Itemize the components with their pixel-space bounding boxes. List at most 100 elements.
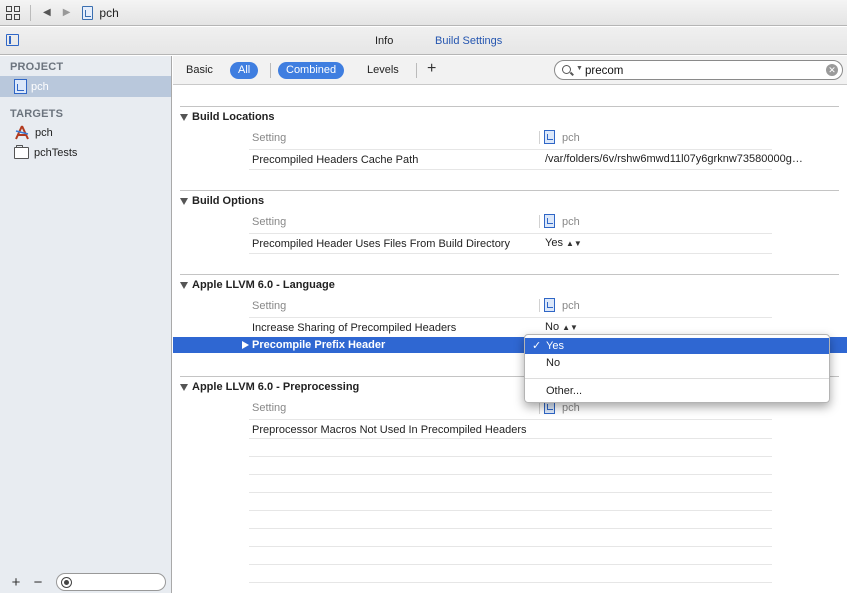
setting-name[interactable]: Precompiled Header Uses Files From Build… [252, 238, 510, 250]
setting-column-header: Setting [252, 402, 287, 414]
row-divider [249, 528, 772, 529]
setting-name[interactable]: Precompiled Headers Cache Path [252, 154, 418, 166]
target-column-icon [544, 214, 555, 228]
section-divider [180, 274, 839, 275]
target-column-header: pch [562, 132, 580, 144]
target-column-header: pch [562, 216, 580, 228]
target-column-header: pch [562, 300, 580, 312]
section-header-build-locations[interactable]: Build Locations [180, 111, 275, 123]
filter-icon [61, 577, 72, 588]
target-column-header: pch [562, 402, 580, 414]
disclosure-triangle-icon [180, 281, 188, 289]
sidebar-item-label: pch [35, 126, 53, 139]
row-divider [249, 317, 772, 318]
sidebar-toggle-icon[interactable] [6, 34, 19, 46]
menu-item-label: Other... [546, 385, 583, 397]
sidebar-footer: + − [0, 571, 171, 593]
jump-bar-divider [30, 4, 31, 21]
section-header-build-options[interactable]: Build Options [180, 195, 264, 207]
row-divider [249, 492, 772, 493]
setting-name: Precompile Prefix Header [252, 339, 386, 351]
all-filter-button[interactable]: All [230, 62, 259, 79]
section-title: Apple LLVM 6.0 - Preprocessing [192, 381, 360, 393]
row-divider [249, 474, 772, 475]
menu-item-other[interactable]: Other... [525, 383, 829, 399]
build-settings-toolbar: Basic All Combined Levels + ▼ ✕ [173, 56, 847, 85]
menu-separator [525, 378, 829, 379]
search-icon [562, 65, 571, 74]
column-separator [539, 131, 540, 144]
levels-view-button[interactable]: Levels [367, 64, 399, 76]
row-divider [249, 169, 772, 170]
menu-item-label: No [546, 357, 561, 369]
stepper-arrows-icon: ▲▼ [565, 239, 582, 248]
sidebar-item-target-tests[interactable]: pchTests [14, 145, 77, 159]
app-target-icon [15, 125, 29, 140]
row-divider [249, 582, 772, 583]
disclosure-triangle-icon [180, 197, 188, 205]
project-sidebar: PROJECT pch TARGETS pch pchTests + − [0, 56, 172, 593]
section-title: Apple LLVM 6.0 - Language [192, 279, 335, 291]
tab-build-settings[interactable]: Build Settings [435, 35, 502, 47]
section-header-llvm-preprocessing[interactable]: Apple LLVM 6.0 - Preprocessing [180, 381, 359, 393]
project-section-header: PROJECT [10, 61, 64, 73]
search-input[interactable] [585, 63, 815, 78]
jump-bar: ◀ ▶ pch [0, 0, 847, 26]
sidebar-item-label: pch [31, 80, 49, 93]
search-options-chevron-icon[interactable]: ▼ [576, 65, 583, 72]
row-divider [249, 253, 772, 254]
toolbar-divider [270, 63, 271, 78]
row-divider [249, 233, 772, 234]
stepper-arrows-icon: ▲▼ [562, 323, 578, 332]
test-bundle-icon [14, 145, 29, 159]
add-setting-button[interactable]: + [427, 60, 436, 78]
setting-value: Yes [545, 237, 563, 249]
setting-value-popup[interactable]: Yes ▲▼ [545, 237, 582, 249]
menu-item-no[interactable]: No [525, 355, 829, 371]
disclosure-triangle-icon [180, 113, 188, 121]
setting-name[interactable]: Preprocessor Macros Not Used In Precompi… [252, 424, 527, 436]
forward-arrow-icon[interactable]: ▶ [63, 7, 71, 18]
menu-item-yes[interactable]: ✓ Yes [525, 338, 829, 354]
search-field[interactable]: ▼ ✕ [554, 60, 843, 80]
disclosure-triangle-icon [180, 383, 188, 391]
editor-tab-bar: Info Build Settings [0, 27, 847, 55]
add-target-button[interactable]: + [10, 575, 22, 590]
section-header-llvm-language[interactable]: Apple LLVM 6.0 - Language [180, 279, 335, 291]
targets-section-header: TARGETS [10, 108, 64, 120]
clear-search-icon[interactable]: ✕ [826, 64, 838, 76]
row-divider [249, 438, 772, 439]
sidebar-filter-field[interactable] [56, 573, 166, 591]
setting-column-header: Setting [252, 216, 287, 228]
related-items-grid-icon[interactable] [6, 5, 22, 20]
section-divider [180, 106, 839, 107]
toolbar-divider [416, 63, 417, 78]
sidebar-item-target-app[interactable]: pch [14, 125, 53, 140]
setting-value: No [545, 321, 560, 333]
setting-value[interactable]: /var/folders/6v/rshw6mwd11l07y6grknw7358… [545, 153, 803, 165]
setting-column-header: Setting [252, 300, 287, 312]
back-arrow-icon[interactable]: ◀ [43, 7, 51, 18]
section-divider [180, 190, 839, 191]
sidebar-item-project[interactable]: pch [0, 76, 171, 97]
row-divider [249, 546, 772, 547]
project-icon [14, 79, 27, 94]
combined-view-button[interactable]: Combined [278, 62, 345, 79]
row-divider [249, 149, 772, 150]
jump-bar-title[interactable]: pch [99, 6, 118, 20]
tab-info[interactable]: Info [375, 35, 393, 47]
section-title: Build Locations [192, 111, 275, 123]
row-divider [249, 419, 772, 420]
row-divider [249, 564, 772, 565]
basic-filter-button[interactable]: Basic [186, 64, 213, 76]
disclosure-triangle-icon[interactable] [242, 341, 249, 349]
column-separator [539, 299, 540, 312]
target-column-icon [544, 130, 555, 144]
section-title: Build Options [192, 195, 265, 207]
setting-value-popup[interactable]: No ▲▼ [545, 321, 578, 333]
setting-name[interactable]: Increase Sharing of Precompiled Headers [252, 322, 456, 334]
column-separator [539, 215, 540, 228]
remove-target-button[interactable]: − [32, 575, 44, 590]
target-column-icon [544, 298, 555, 312]
checkmark-icon: ✓ [532, 340, 542, 352]
